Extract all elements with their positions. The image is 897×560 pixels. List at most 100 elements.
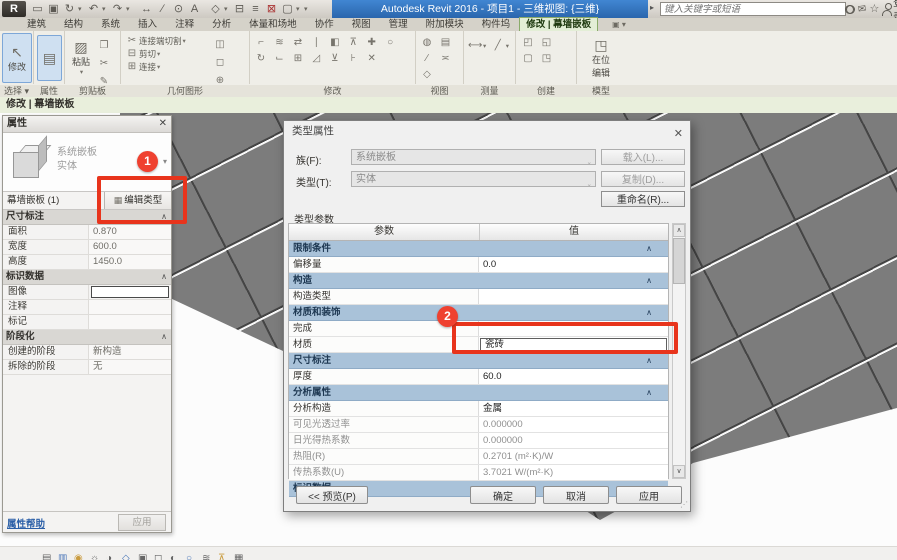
section-row[interactable]: 材质和装饰 ∧ — [289, 305, 668, 321]
section-row[interactable]: 限制条件 ∧ — [289, 241, 668, 257]
param-row[interactable]: 构造类型 — [289, 289, 668, 305]
properties-help-link[interactable]: 属性帮助 — [7, 516, 45, 530]
delete-icon[interactable]: ✕ — [365, 52, 379, 65]
tab-collaborate[interactable]: 协作 — [306, 18, 343, 31]
tab-annotate[interactable]: 注释 — [166, 18, 203, 31]
dialog-title-bar[interactable]: 类型属性 ✕ — [284, 121, 690, 141]
tag-icon[interactable]: ⊙ — [171, 2, 186, 17]
section-row[interactable]: 分析属性 ∧ — [289, 385, 668, 401]
tab-structure[interactable]: 结构 — [55, 18, 92, 31]
switch-windows-dropdown-icon[interactable]: ▾ — [296, 2, 303, 17]
open-icon[interactable]: ▭ — [30, 2, 45, 17]
section-row[interactable]: 阶段化 ∧ — [3, 330, 171, 345]
constraints-icon[interactable]: ⊼ — [218, 553, 225, 560]
text-icon[interactable]: A — [187, 2, 202, 17]
tab-systems[interactable]: 系统 — [92, 18, 129, 31]
dimension-icon[interactable]: ╱ — [491, 39, 505, 52]
mirror-axis-icon[interactable]: ∣ — [309, 36, 323, 49]
tab-architecture[interactable]: 建筑 — [18, 18, 55, 31]
tab-massing-site[interactable]: 体量和场地 — [240, 18, 306, 31]
trim-icon[interactable]: ⌙ — [272, 52, 286, 65]
paste-button[interactable]: ▨ 粘贴 ▾ — [68, 34, 94, 81]
measure-icon[interactable]: ↔ — [139, 2, 154, 17]
redo-icon[interactable]: ↷ — [110, 2, 125, 17]
cancel-button[interactable]: 取消 — [543, 486, 609, 504]
tab-addins[interactable]: 附加模块 — [417, 18, 473, 31]
close-hidden-windows-icon[interactable]: ⊠ — [264, 2, 279, 17]
3d-view-dropdown-icon[interactable]: ▾ — [224, 2, 231, 17]
create-group-icon[interactable]: ◰ — [521, 36, 535, 49]
sync-icon[interactable]: ↻ — [62, 2, 77, 17]
measure-length-icon[interactable]: ⟷ — [468, 39, 482, 52]
customize-qat-icon[interactable]: ▾ — [304, 2, 311, 17]
chevron-down-icon[interactable]: ▾ — [163, 157, 167, 166]
param-row[interactable]: 分析构造 金属 — [289, 401, 668, 417]
remove-coping-icon[interactable]: ◻ — [213, 56, 227, 69]
tab-modify-curtain-panel[interactable]: 修改 | 幕墙嵌板 — [519, 17, 599, 31]
ok-button[interactable]: 确定 — [470, 486, 536, 504]
apply-button-disabled[interactable]: 应用 — [118, 514, 166, 531]
resize-grip[interactable]: ⋰ — [680, 500, 688, 509]
scale-control-icon[interactable]: ▤ — [42, 553, 51, 560]
create-assembly-icon[interactable]: ▢ — [521, 52, 535, 65]
offset-icon[interactable]: ≋ — [272, 36, 286, 49]
visual-style-icon[interactable]: ◉ — [74, 553, 83, 560]
edit-inplace-button[interactable]: ◳ 在位 编辑 — [583, 33, 619, 82]
property-row[interactable]: 标记 — [3, 315, 171, 330]
search-help-icon[interactable] — [845, 4, 856, 14]
array-icon[interactable]: ⊞ — [291, 52, 305, 65]
save-icon[interactable]: ▣ — [46, 2, 61, 17]
dialog-close-icon[interactable]: ✕ — [674, 124, 683, 144]
preview-button[interactable]: << 预览(P) — [296, 486, 368, 504]
tab-component-dock[interactable]: 构件坞 — [473, 18, 520, 31]
scroll-up-icon[interactable]: ∧ — [673, 224, 685, 237]
displace-icon[interactable]: ◇ — [420, 68, 434, 81]
section-row[interactable]: 标识数据∧ — [3, 270, 171, 285]
redo-dropdown-icon[interactable]: ▾ — [126, 2, 133, 17]
rotate-icon[interactable]: ↻ — [254, 52, 268, 65]
align-icon[interactable]: ⌐ — [254, 36, 268, 49]
extend-icon[interactable]: ⊦ — [346, 52, 360, 65]
override-icon[interactable]: ≍ — [438, 52, 452, 65]
element-filter-dropdown[interactable]: 幕墙嵌板 (1) ⌄ — [3, 192, 104, 209]
favorites-icon[interactable]: ☆ — [869, 1, 879, 17]
default-3d-view-icon[interactable]: ◇ — [208, 2, 223, 17]
aligned-dimension-icon[interactable]: ∕ — [155, 2, 170, 17]
reveal-hidden-icon[interactable]: ○ — [186, 553, 192, 560]
property-row[interactable]: 创建的阶段 新构造 — [3, 345, 171, 360]
close-icon[interactable]: ✕ — [159, 116, 167, 132]
property-row-image[interactable]: 图像 — [3, 285, 171, 300]
ribbon-display-toggle-icon[interactable]: ▣ ▾ — [612, 18, 626, 31]
property-row[interactable]: 拆除的阶段无 — [3, 360, 171, 375]
undo-icon[interactable]: ↶ — [86, 2, 101, 17]
cut-clipboard-icon[interactable]: ✂ — [97, 57, 111, 70]
communication-center-icon[interactable]: ✉ — [857, 3, 867, 15]
apply-button[interactable]: 应用 — [616, 486, 682, 504]
copy-modify-icon[interactable]: ○ — [383, 36, 397, 49]
linework-icon[interactable]: ∕ — [420, 52, 434, 65]
lightbulb-icon[interactable]: ◍ — [420, 36, 434, 49]
join-geometry-button[interactable]: ⊞ 连接 ▾ — [125, 60, 186, 73]
sun-path-icon[interactable]: ☼ — [90, 553, 99, 560]
create-similar-icon[interactable]: ◱ — [539, 36, 553, 49]
undo-dropdown-icon[interactable]: ▾ — [102, 2, 109, 17]
join-end-cut-button[interactable]: ✂ 连接端切割 ▾ — [125, 34, 186, 47]
tab-manage[interactable]: 管理 — [380, 18, 417, 31]
type-dropdown[interactable]: 实体 ⌄ — [351, 171, 596, 188]
crop-region-icon[interactable]: ◻ — [154, 553, 162, 560]
section-icon[interactable]: ⊟ — [232, 2, 247, 17]
render-icon[interactable]: ◇ — [122, 553, 130, 560]
split-icon[interactable]: ◧ — [328, 36, 342, 49]
pin-icon[interactable]: ⊼ — [346, 36, 360, 49]
duplicate-button[interactable]: 复制(D)... — [601, 171, 685, 187]
tab-analyze[interactable]: 分析 — [203, 18, 240, 31]
cut-geometry-button[interactable]: ⊟ 剪切 ▾ — [125, 47, 186, 60]
param-row[interactable]: 厚度 60.0 — [289, 369, 668, 385]
worksharing-icon[interactable]: ≋ — [202, 553, 210, 560]
property-row[interactable]: 注释 — [3, 300, 171, 315]
tab-insert[interactable]: 插入 — [129, 18, 166, 31]
family-dropdown[interactable]: 系统嵌板 ⌄ — [351, 149, 596, 166]
search-input[interactable] — [660, 2, 846, 16]
apply-coping-icon[interactable]: ◫ — [213, 38, 227, 51]
section-row[interactable]: 构造 ∧ — [289, 273, 668, 289]
